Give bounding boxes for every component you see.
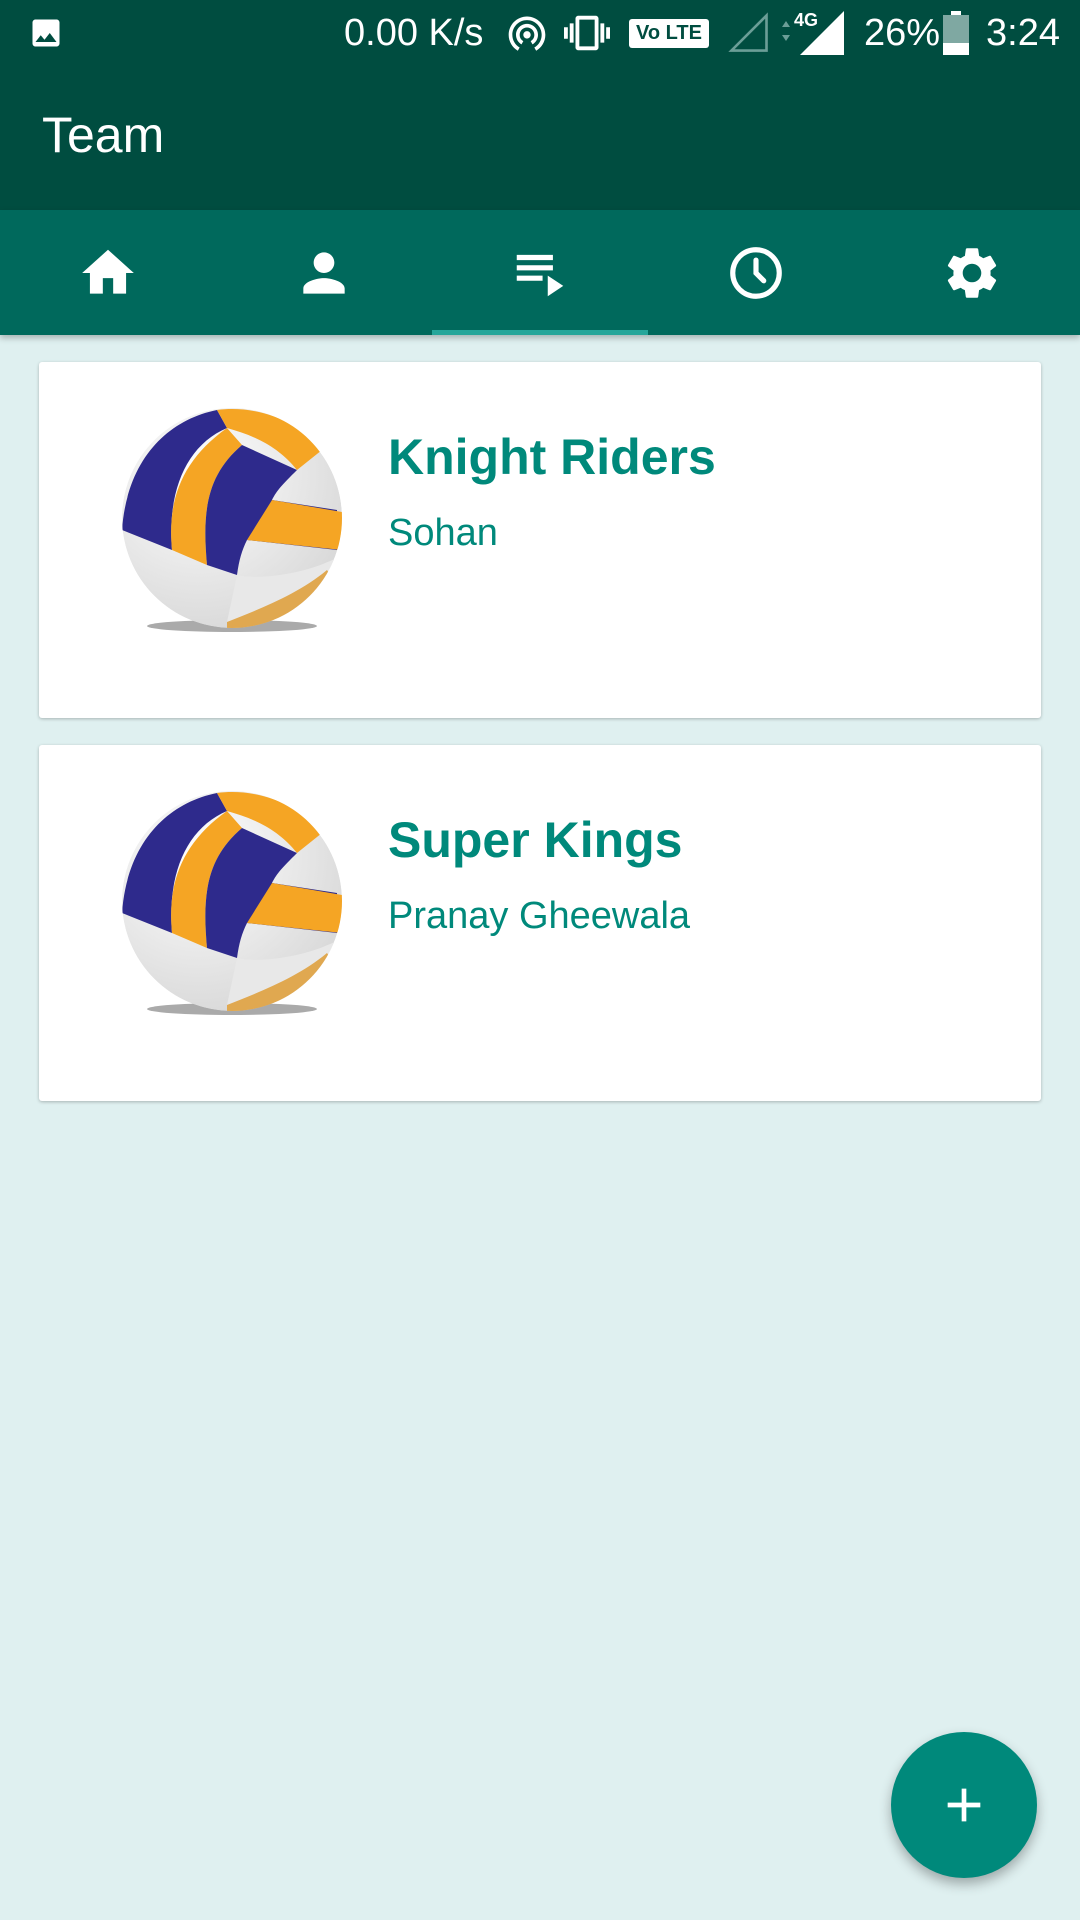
team-card[interactable]: Super Kings Pranay Gheewala	[39, 745, 1041, 1101]
tab-home[interactable]	[0, 210, 216, 335]
battery-percent: 26%	[864, 11, 941, 54]
signal-empty-icon	[728, 0, 770, 66]
add-team-button[interactable]	[891, 1732, 1037, 1878]
tab-bar	[0, 210, 1080, 335]
playlist-icon	[516, 254, 564, 296]
tab-settings[interactable]	[864, 210, 1080, 335]
status-bar: 0.00 K/s Vo LTE 4G 26% 3:24	[0, 0, 1080, 66]
app-bar: Team	[0, 66, 1080, 210]
volleyball-icon	[122, 408, 342, 632]
settings-icon	[947, 247, 997, 298]
clock-icon	[730, 246, 782, 299]
team-name: Super Kings	[388, 812, 683, 868]
home-icon	[82, 249, 134, 294]
volleyball-icon	[122, 791, 342, 1015]
hotspot-icon	[505, 0, 549, 66]
tab-indicator	[432, 330, 648, 335]
team-owner: Pranay Gheewala	[388, 895, 691, 937]
plus-icon	[947, 1788, 981, 1822]
network-speed: 0.00 K/s	[344, 11, 484, 54]
volte-icon: Vo LTE	[629, 0, 709, 66]
tab-history[interactable]	[648, 210, 864, 335]
page-title: Team	[42, 107, 165, 163]
tab-teams[interactable]	[432, 210, 648, 335]
clock-time: 3:24	[986, 11, 1060, 54]
team-name: Knight Riders	[388, 429, 716, 485]
image-icon	[28, 0, 64, 66]
vibrate-icon	[564, 0, 610, 66]
battery-icon	[943, 0, 969, 66]
person-icon	[303, 251, 345, 294]
signal-4g-icon: 4G	[776, 0, 844, 66]
team-owner: Sohan	[388, 512, 498, 554]
tab-profile[interactable]	[216, 210, 432, 335]
team-card[interactable]: Knight Riders Sohan	[39, 362, 1041, 718]
